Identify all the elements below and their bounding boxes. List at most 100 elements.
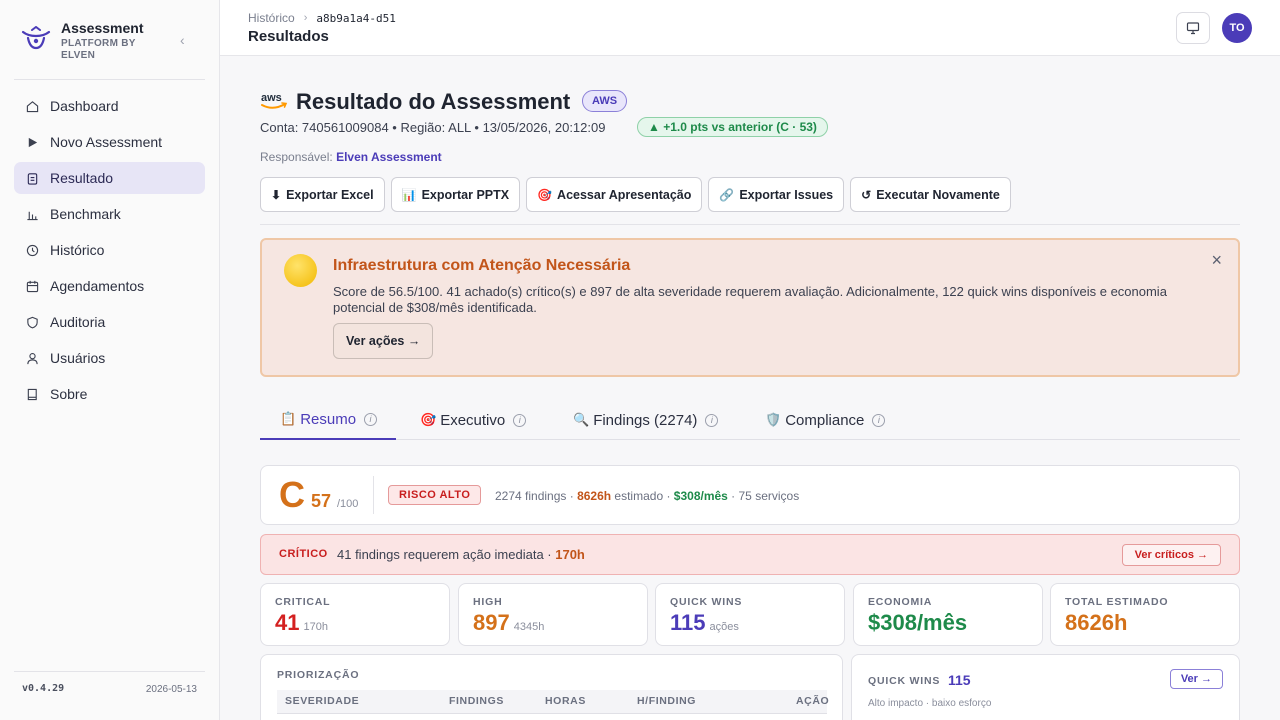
sidebar-item-resultado[interactable]: Resultado — [14, 162, 205, 194]
export-issues-button[interactable]: 🔗 Exportar Issues — [708, 177, 845, 212]
tab-label: Findings (2274) — [593, 411, 698, 429]
bar-chart-icon — [24, 206, 40, 222]
action-bar: ⬇ Exportar Excel 📊 Exportar PPTX 🎯 Acessar … — [260, 177, 1017, 212]
export-excel-button[interactable]: ⬇ Exportar Excel — [260, 177, 385, 212]
svg-text:aws: aws — [261, 92, 282, 104]
target-emoji-icon: 🎯 — [420, 412, 437, 427]
critical-hours: 170h — [555, 547, 585, 562]
shield-emoji-icon: 🛡️ — [765, 412, 782, 427]
export-pptx-button[interactable]: 📊 Exportar PPTX — [390, 177, 521, 212]
critical-message: 41 findings requerem ação imediata · — [337, 547, 556, 562]
quick-wins-card: QUICK WINS 115 Alto impacto · baixo esfo… — [851, 654, 1240, 720]
sidebar-item-agendamentos[interactable]: Agendamentos — [14, 270, 205, 302]
stat-card-critical[interactable]: CRITICAL 41 170h — [260, 583, 450, 646]
breadcrumb-historico[interactable]: Histórico — [248, 11, 295, 25]
sidebar-divider — [14, 79, 205, 80]
view-actions-button[interactable]: Ver ações → — [333, 323, 434, 359]
section-divider — [260, 224, 1240, 225]
sidebar-item-novo-assessment[interactable]: Novo Assessment — [14, 126, 205, 158]
close-icon[interactable]: × — [1211, 250, 1222, 271]
sidebar-item-label: Usuários — [50, 350, 106, 366]
monitor-button[interactable] — [1176, 12, 1210, 44]
stat-card-total-estimado[interactable]: TOTAL ESTIMADO 8626h — [1050, 583, 1240, 646]
tab-label: Compliance — [785, 411, 865, 429]
score-delta-badge: ▲ +1.0 pts vs anterior (C · 53) — [637, 117, 828, 137]
score-summary: 2274 findings · 8626h estimado · $308/mê… — [495, 489, 799, 503]
stat-label: CRITICAL — [275, 596, 331, 608]
sidebar-item-sobre[interactable]: Sobre — [14, 378, 205, 410]
chart-icon: 📊 — [401, 187, 417, 202]
summary-hours: 8626h — [577, 489, 612, 503]
main-content: aws Resultado do Assessment AWS Conta: 7… — [220, 56, 1280, 720]
quick-wins-count: 115 — [948, 672, 971, 688]
result-tabs: 📋 Resumo i 🎯 Executivo i 🔍 Findings (2274) i 🛡… — [260, 400, 1240, 440]
stat-card-high[interactable]: HIGH 897 4345h — [458, 583, 648, 646]
button-label: Executar Novamente — [876, 187, 1000, 202]
page-title: Resultados — [248, 28, 329, 45]
button-label: Exportar Issues — [739, 187, 834, 202]
column-header[interactable]: FINDINGS — [449, 695, 504, 707]
sidebar-item-benchmark[interactable]: Benchmark — [14, 198, 205, 230]
sidebar-item-dashboard[interactable]: Dashboard — [14, 90, 205, 122]
build-date: 2026-05-13 — [145, 684, 197, 695]
topbar: Histórico › a8b9a1a4-d51 Resultados TO — [220, 0, 1280, 56]
info-icon[interactable]: i — [513, 413, 527, 427]
open-presentation-button[interactable]: 🎯 Acessar Apresentação — [526, 177, 703, 212]
aws-logo-icon: aws — [261, 92, 288, 109]
stat-number: 115 — [670, 610, 706, 635]
stat-card-economia[interactable]: ECONOMIA $308/mês — [853, 583, 1043, 646]
critical-text: 41 findings requerem ação imediata · 170… — [337, 547, 585, 562]
critical-banner: CRÍTICO 41 findings requerem ação imedia… — [260, 534, 1240, 575]
info-icon[interactable]: i — [705, 413, 719, 427]
sidebar-item-label: Sobre — [50, 386, 88, 402]
alert-text: Score de 56.5/100. 41 achado(s) crítico(… — [333, 284, 1167, 315]
sidebar-item-auditoria[interactable]: Auditoria — [14, 306, 205, 338]
view-quick-wins-button[interactable]: Ver → — [1169, 669, 1223, 689]
target-icon: 🎯 — [537, 187, 553, 202]
brand[interactable]: Assessment PLATFORM BY ELVEN ‹ — [20, 18, 210, 66]
column-header[interactable]: SEVERIDADE — [285, 695, 359, 707]
tab-executivo[interactable]: 🎯 Executivo i — [420, 400, 527, 440]
brand-title: Assessment — [61, 20, 144, 36]
sidebar-footer-divider — [14, 671, 205, 672]
refresh-icon: ↺ — [861, 187, 872, 202]
tab-findings[interactable]: 🔍 Findings (2274) i — [573, 400, 719, 440]
breadcrumb: Histórico › a8b9a1a4-d51 — [248, 11, 396, 25]
clock-icon — [24, 242, 40, 258]
stat-label: TOTAL ESTIMADO — [1065, 596, 1169, 608]
sidebar-item-historico[interactable]: Histórico — [14, 234, 205, 266]
stat-number: 897 — [473, 610, 510, 635]
tab-label: Resumo — [300, 410, 357, 428]
sidebar-nav: Dashboard Novo Assessment Resultado Benc… — [14, 90, 205, 414]
column-header: AÇÃO — [796, 695, 830, 707]
sidebar-item-label: Auditoria — [50, 314, 106, 330]
info-icon[interactable]: i — [364, 412, 378, 426]
avatar[interactable]: TO — [1222, 13, 1252, 43]
chevron-left-icon[interactable]: ‹ — [180, 32, 185, 48]
owner-label: Responsável: — [260, 150, 333, 164]
score-value: 57 — [311, 491, 332, 511]
stat-label: QUICK WINS — [670, 596, 743, 608]
button-label: Exportar PPTX — [421, 187, 510, 202]
priority-title: PRIORIZAÇÃO — [277, 669, 360, 681]
owner-name: Elven Assessment — [336, 150, 442, 164]
shield-icon — [24, 314, 40, 330]
sidebar-item-usuarios[interactable]: Usuários — [14, 342, 205, 374]
button-label: Acessar Apresentação — [557, 187, 692, 202]
column-header[interactable]: HORAS — [545, 695, 586, 707]
elven-logo-icon — [21, 26, 51, 50]
run-again-button[interactable]: ↺ Executar Novamente — [850, 177, 1011, 212]
info-icon[interactable]: i — [872, 413, 886, 427]
priority-table-card: PRIORIZAÇÃO SEVERIDADE FINDINGS HORAS H/… — [260, 654, 843, 720]
column-header[interactable]: H/FINDING — [637, 695, 696, 707]
tab-label: Executivo — [440, 411, 506, 429]
home-icon — [24, 98, 40, 114]
stats-row: CRITICAL 41 170h HIGH 897 4345h QUICK WINS… — [260, 583, 1240, 646]
stat-sub: ações — [709, 621, 739, 633]
view-critical-button[interactable]: Ver críticos → — [1121, 544, 1221, 566]
stat-card-quick-wins[interactable]: QUICK WINS 115 ações — [655, 583, 845, 646]
tab-resumo[interactable]: 📋 Resumo i — [260, 400, 396, 440]
app-version: v0.4.29 — [22, 683, 65, 694]
magnifier-emoji-icon: 🔍 — [573, 412, 590, 427]
tab-compliance[interactable]: 🛡️ Compliance i — [765, 400, 886, 440]
